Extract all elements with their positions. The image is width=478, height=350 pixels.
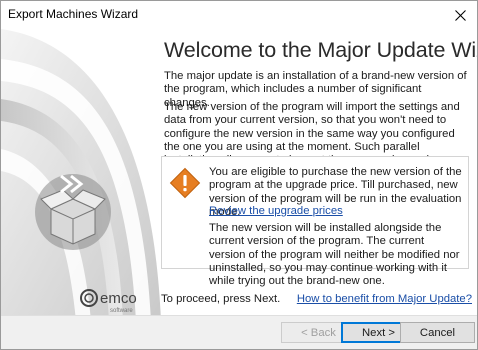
review-prices-link[interactable]: Review the upgrade prices [209, 205, 343, 217]
warning-icon [169, 167, 201, 199]
close-button[interactable] [443, 1, 477, 29]
button-bar: < Back Next > Cancel [1, 315, 477, 349]
wizard-artwork [1, 29, 161, 321]
window-title: Export Machines Wizard [8, 7, 139, 21]
emco-logo: emco software [80, 289, 137, 314]
proceed-instruction: To proceed, press Next. [161, 293, 281, 305]
major-update-help-link[interactable]: How to benefit from Major Update? [297, 293, 472, 305]
page-title: Welcome to the Major Update Wizard [164, 38, 477, 62]
logo-wordmark: emco [100, 290, 137, 307]
close-icon [454, 9, 466, 21]
package-icon [35, 174, 111, 250]
wizard-window: Export Machines Wizard Welcome to the Ma… [0, 0, 478, 350]
side-by-side-text: The new version will be installed alongs… [209, 222, 460, 288]
upgrade-info-box: You are eligible to purchase the new ver… [161, 156, 469, 287]
cancel-button[interactable]: Cancel [400, 322, 475, 343]
title-bar: Export Machines Wizard [1, 1, 477, 29]
logo-subtitle: software [110, 308, 133, 314]
